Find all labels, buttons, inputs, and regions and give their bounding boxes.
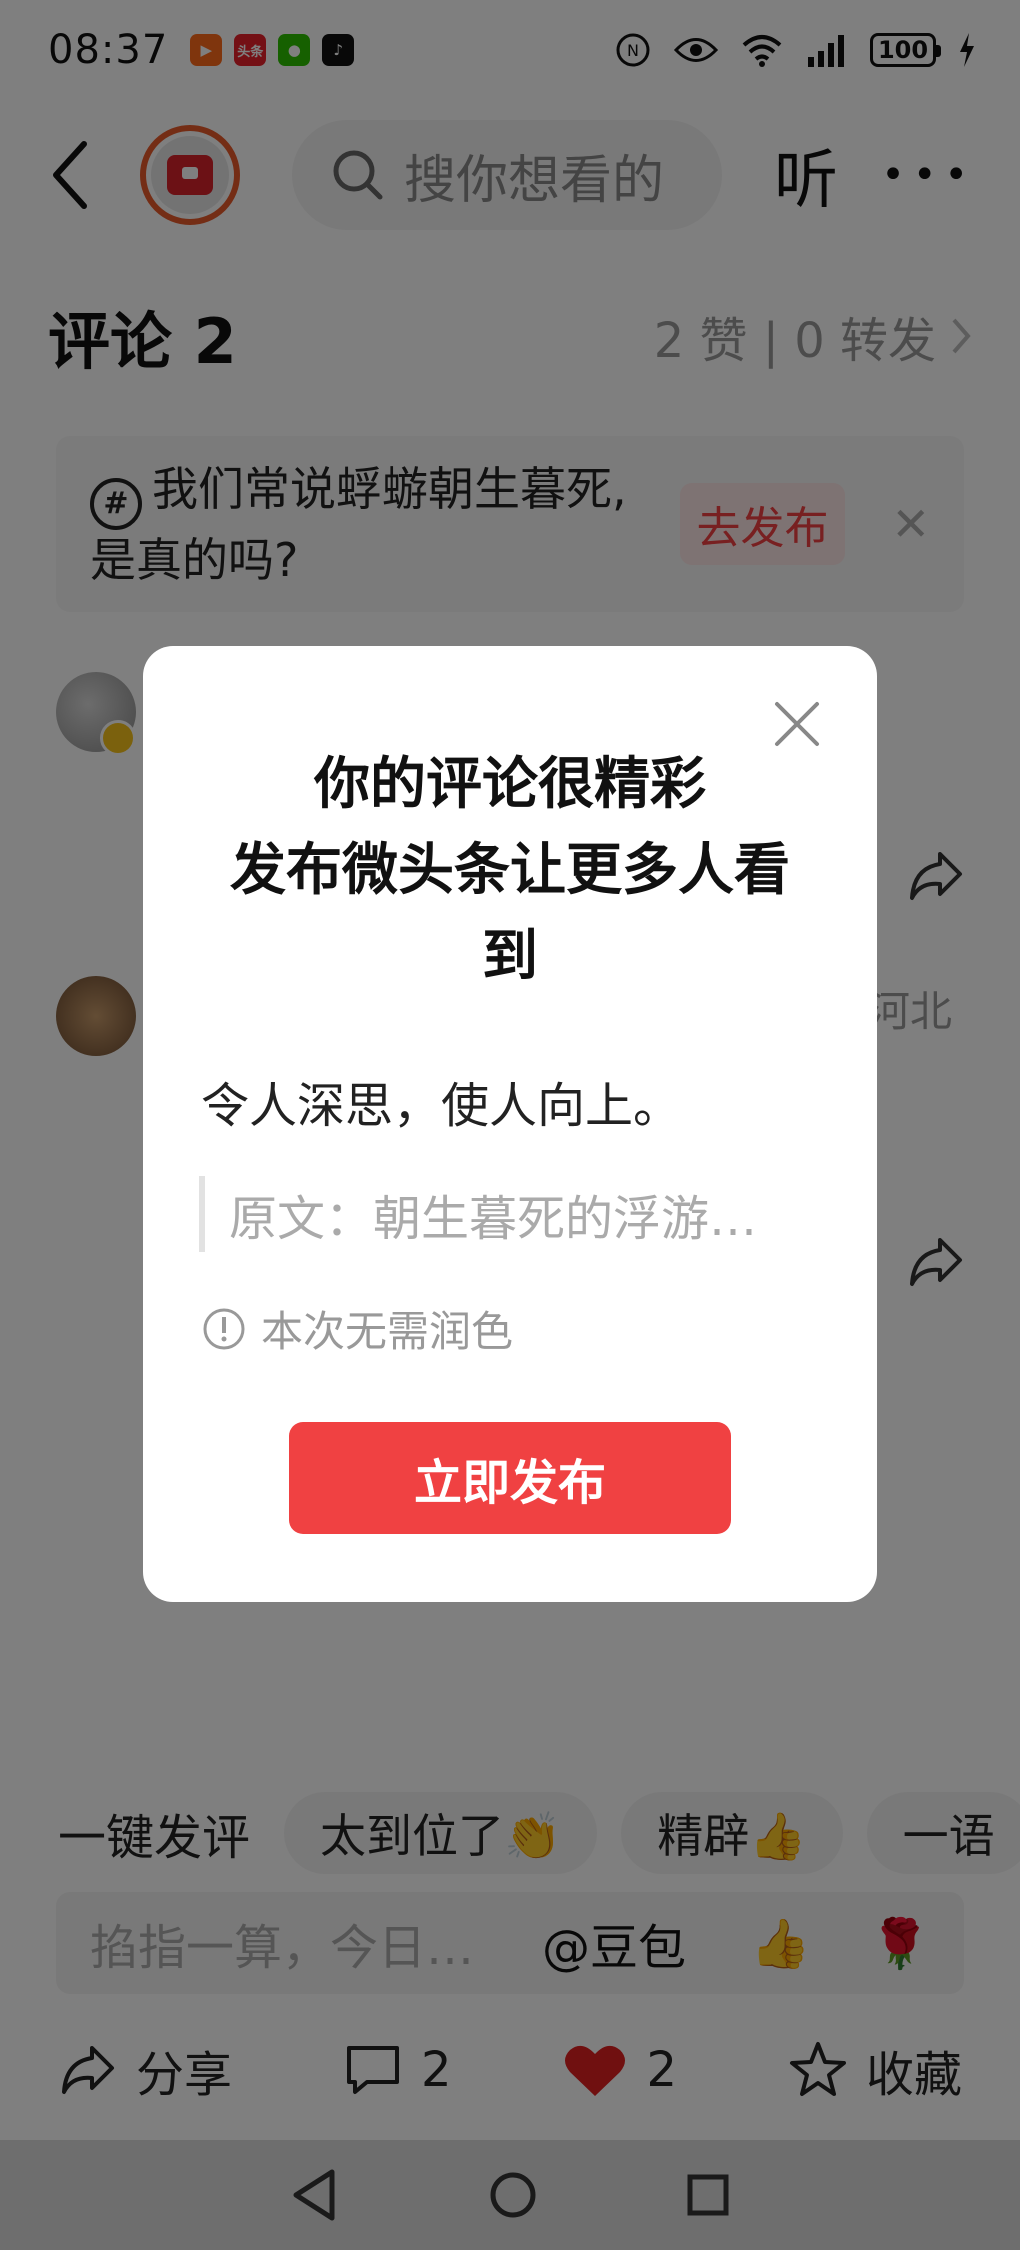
- publish-dialog: 你的评论很精彩 发布微头条让更多人看到 令人深思，使人向上。 原文：朝生暮死的浮…: [143, 646, 877, 1602]
- nav-recents-icon[interactable]: [686, 2173, 730, 2217]
- publish-now-button[interactable]: 立即发布: [289, 1422, 731, 1534]
- system-nav-bar: [0, 2140, 1020, 2250]
- dialog-note: 本次无需润色: [201, 1298, 513, 1359]
- dialog-quote: 令人深思，使人向上。: [201, 1078, 682, 1134]
- dialog-title-line2: 发布微头条让更多人看到: [230, 838, 790, 989]
- dialog-note-text: 本次无需润色: [261, 1307, 514, 1356]
- nav-back-icon[interactable]: [290, 2168, 340, 2222]
- dialog-title-line1: 你的评论很精彩: [314, 752, 706, 817]
- info-icon: [203, 1308, 245, 1349]
- nav-home-icon[interactable]: [488, 2170, 538, 2220]
- dialog-original-text: 原文：朝生暮死的浮游…: [199, 1176, 799, 1252]
- dialog-title: 你的评论很精彩 发布微头条让更多人看到: [143, 742, 877, 1000]
